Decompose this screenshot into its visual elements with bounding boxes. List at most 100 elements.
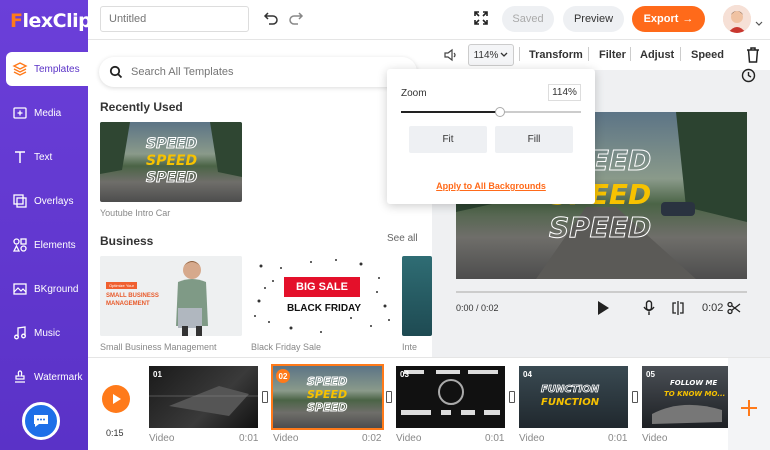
background-icon [13,283,27,295]
preview-button[interactable]: Preview [563,6,624,32]
timeline-play-button[interactable] [102,385,130,413]
sidebar-item-overlays[interactable]: Overlays [6,184,86,218]
search-icon [109,65,123,79]
clip-number: 04 [523,370,532,379]
undo-icon[interactable] [263,10,279,31]
timeline-clip[interactable]: 03 [396,366,505,428]
follow-text: FOLLOW ME [670,379,718,387]
see-all-link[interactable]: See all [387,233,418,244]
template-thumb-inte[interactable] [402,256,432,336]
black-friday-text: BLACK FRIDAY [286,303,362,314]
clip-number: 01 [153,370,162,379]
speed-text: SPEED [306,401,348,415]
adjust-button[interactable]: Adjust [640,49,674,61]
apply-to-all-backgrounds-link[interactable]: Apply to All Backgrounds [387,181,595,191]
zoom-slider-fill [401,111,500,113]
function-text: FUNCTION [541,384,600,396]
clip-duration: 0:01 [239,433,259,444]
zoom-slider-handle[interactable] [495,107,505,117]
sidebar-item-label: Watermark [34,371,83,383]
fill-button[interactable]: Fill [495,126,573,153]
divider [680,47,681,61]
microphone-icon[interactable] [642,300,656,321]
zoom-dropdown[interactable]: 114% [468,44,514,66]
template-thumb-small-business[interactable]: Optimize Your SMALL BUSINESS MANAGEMENT [100,256,242,336]
zoom-slider[interactable] [401,107,581,117]
template-thumb-black-friday[interactable]: BIG SALE BLACK FRIDAY [251,256,393,336]
sidebar-item-music[interactable]: Music [6,316,86,350]
search-input[interactable] [131,66,401,78]
clip-type-label: Video [149,433,175,444]
sidebar-item-media[interactable]: Media [6,96,86,130]
play-icon[interactable] [596,300,610,321]
speed-text: SPEED [145,170,198,187]
split-icon[interactable] [671,301,685,320]
redo-icon[interactable] [288,10,304,31]
playback-progress-bar[interactable] [456,291,747,293]
fullscreen-icon[interactable] [473,10,489,31]
flexclip-logo[interactable]: FlexClip [10,10,92,32]
clip-number: 02 [276,369,290,383]
sidebar-item-bkground[interactable]: BKground [6,272,86,306]
elements-icon [12,238,27,252]
sidebar: FlexClip Templates Media Text Overlays E… [0,0,92,450]
fit-button[interactable]: Fit [409,126,487,153]
clip-number: 05 [646,370,655,379]
sidebar-item-text[interactable]: Text [6,140,86,174]
transform-button[interactable]: Transform [529,49,583,61]
arrow-right-icon: → [682,13,694,25]
transition-icon[interactable] [632,391,638,403]
sidebar-item-templates[interactable]: Templates [6,52,88,86]
clip-duration: 0:02 [362,433,382,444]
zoom-value-input[interactable]: 114% [548,84,581,101]
timeline-clip[interactable]: 01 [149,366,258,428]
clip-type-label: Video [642,433,668,444]
sidebar-item-elements[interactable]: Elements [6,228,86,262]
follow-text: TO KNOW MO... [664,390,726,398]
sidebar-item-label: Music [34,327,61,339]
playback-time: 0:00 / 0:02 [456,303,499,313]
timeline-clip[interactable]: FUNCTION FUNCTION 04 [519,366,628,428]
top-bar: Saved Preview Export → [88,0,770,40]
play-icon [113,394,121,404]
divider [519,47,520,61]
filter-button[interactable]: Filter [599,49,626,61]
speed-button[interactable]: Speed [691,49,724,61]
clip-number: 03 [400,370,409,379]
clip-duration: 0:01 [608,433,628,444]
zoom-popup: Zoom 114% Fit Fill Apply to All Backgrou… [387,69,595,204]
add-clip-icon[interactable] [738,397,760,424]
template-name: Small Business Management [100,342,217,352]
zoom-value: 114% [473,49,499,61]
chevron-down-icon[interactable] [755,14,763,32]
trash-icon[interactable] [746,47,760,68]
export-button[interactable]: Export → [632,6,705,32]
transition-icon[interactable] [262,391,268,403]
watermark-icon [15,370,25,383]
speed-text: SPEED [548,211,652,245]
template-thumb-youtube-intro-car[interactable]: SPEED SPEED SPEED [100,122,242,202]
avatar[interactable] [723,5,751,33]
music-icon [14,326,26,340]
transition-icon[interactable] [509,391,515,403]
saved-button[interactable]: Saved [502,6,554,32]
sidebar-item-label: Overlays [34,195,74,207]
scissors-icon[interactable] [727,301,741,320]
transition-icon[interactable] [386,391,392,403]
template-name: Youtube Intro Car [100,208,171,218]
clip-duration: 0:01 [485,433,505,444]
sidebar-item-watermark[interactable]: Watermark [6,360,86,394]
sidebar-item-label: Text [34,151,53,163]
zoom-label: Zoom [401,88,427,99]
speed-text: SPEED [145,136,198,153]
speed-text: SPEED [307,388,348,401]
timeline-clip-selected[interactable]: SPEED SPEED SPEED 02 [271,364,384,430]
project-title-input[interactable] [100,6,249,32]
export-label: Export [643,13,679,25]
clock-icon[interactable] [741,68,756,88]
logo-prefix: F [10,10,23,32]
chat-support-button[interactable] [22,402,60,440]
timeline-clip[interactable]: FOLLOW ME TO KNOW MO... 05 [642,366,728,428]
volume-icon[interactable] [443,47,459,68]
business-title: Business [100,234,154,248]
